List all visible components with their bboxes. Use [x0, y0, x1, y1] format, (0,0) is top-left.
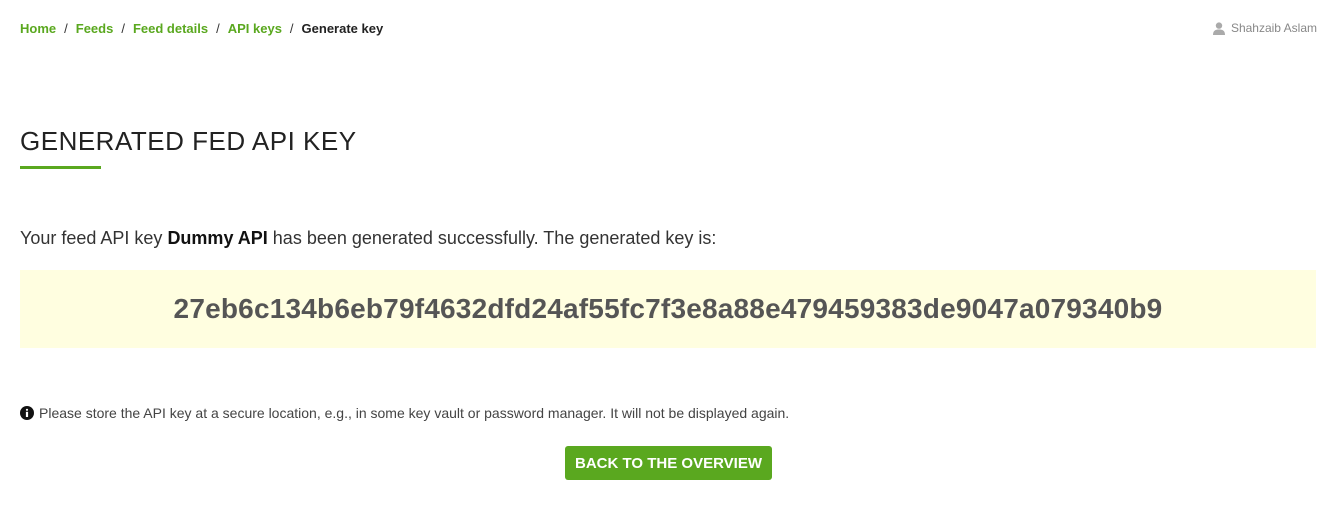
- breadcrumb-separator: /: [216, 20, 220, 36]
- breadcrumb-separator: /: [64, 20, 68, 36]
- breadcrumb-separator: /: [121, 20, 125, 36]
- storage-notice: Please store the API key at a secure loc…: [20, 405, 789, 421]
- top-bar: Home / Feeds / Feed details / API keys /…: [20, 18, 1317, 38]
- user-menu[interactable]: Shahzaib Aslam: [1212, 21, 1317, 35]
- breadcrumb-current: Generate key: [301, 20, 384, 36]
- breadcrumb-feeds[interactable]: Feeds: [76, 21, 114, 36]
- user-name: Shahzaib Aslam: [1230, 21, 1317, 35]
- title-underline: [20, 166, 101, 169]
- breadcrumb-separator: /: [289, 20, 294, 36]
- message-prefix: Your feed API key: [20, 228, 168, 248]
- breadcrumb-home[interactable]: Home: [20, 21, 56, 36]
- notice-text: Please store the API key at a secure loc…: [39, 405, 790, 421]
- back-to-overview-button[interactable]: BACK TO THE OVERVIEW: [565, 446, 772, 480]
- user-icon: [1212, 21, 1225, 35]
- key-name: Dummy API: [167, 228, 268, 248]
- breadcrumb-api-keys[interactable]: API keys: [228, 21, 282, 36]
- api-key-value[interactable]: 27eb6c134b6eb79f4632dfd24af55fc7f3e8a88e…: [174, 293, 1163, 325]
- success-message: Your feed API key Dummy API has been gen…: [20, 227, 716, 249]
- info-icon: [20, 406, 34, 420]
- breadcrumb-feed-details[interactable]: Feed details: [133, 21, 208, 36]
- api-key-box: 27eb6c134b6eb79f4632dfd24af55fc7f3e8a88e…: [20, 270, 1316, 348]
- message-suffix: has been generated successfully. The gen…: [267, 228, 717, 248]
- breadcrumb: Home / Feeds / Feed details / API keys /…: [20, 21, 383, 36]
- page-title: GENERATED FED API KEY: [20, 126, 357, 156]
